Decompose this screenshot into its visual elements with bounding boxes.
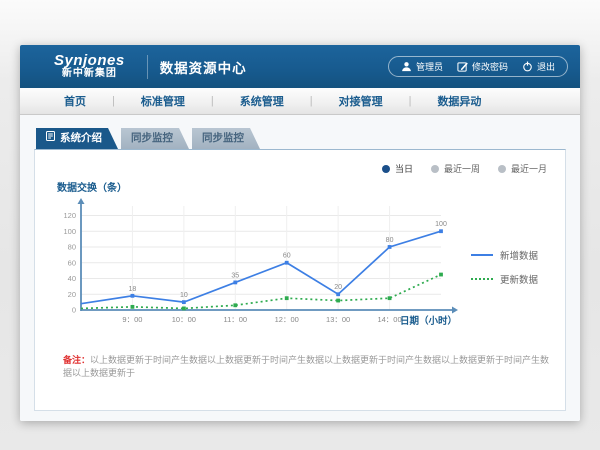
radio-today[interactable]: 当日 xyxy=(382,162,413,175)
radio-dot-icon xyxy=(431,165,439,173)
change-password-button[interactable]: 修改密码 xyxy=(457,60,508,73)
svg-text:60: 60 xyxy=(283,253,291,260)
svg-text:20: 20 xyxy=(68,290,76,299)
svg-text:9：00: 9：00 xyxy=(122,315,142,324)
edit-icon xyxy=(457,61,468,72)
nav-item-interface-mgmt[interactable]: 对接管理 xyxy=(313,93,409,109)
current-user-button[interactable]: 管理员 xyxy=(401,60,443,73)
main-nav: 首页 | 标准管理 | 系统管理 | 对接管理 | 数据异动 xyxy=(20,88,580,115)
radio-label: 当日 xyxy=(395,162,413,175)
tab-sync-monitor-1[interactable]: 同步监控 xyxy=(121,128,189,149)
nav-item-system-mgmt[interactable]: 系统管理 xyxy=(214,93,310,109)
radio-dot-icon xyxy=(382,165,390,173)
logo-text: Synjones xyxy=(54,53,125,69)
svg-text:12：00: 12：00 xyxy=(275,315,299,324)
footnote: 备注：以上数据更新于时间产生数据以上数据更新于时间产生数据以上数据更新于时间产生… xyxy=(47,354,553,379)
legend-item-updated-data: 更新数据 xyxy=(471,272,538,286)
document-icon xyxy=(46,128,55,149)
chart-panel: 当日 最近一周 最近一月 数据交换（条） 0 20 40 60 80 100 120 9：00… xyxy=(34,149,566,411)
svg-text:0: 0 xyxy=(72,306,76,315)
svg-text:35: 35 xyxy=(231,272,239,279)
nav-item-home[interactable]: 首页 xyxy=(38,93,112,109)
svg-text:11：00: 11：00 xyxy=(223,315,247,324)
logo: Synjones 新中新集团 xyxy=(32,53,135,79)
app-title: 数据资源中心 xyxy=(160,57,247,77)
radio-dot-icon xyxy=(498,165,506,173)
current-user-label: 管理员 xyxy=(416,60,443,73)
svg-text:60: 60 xyxy=(68,258,76,267)
svg-text:20: 20 xyxy=(334,284,342,291)
radio-label: 最近一月 xyxy=(511,162,547,175)
radio-last-week[interactable]: 最近一周 xyxy=(431,162,480,175)
tab-sync-monitor-2[interactable]: 同步监控 xyxy=(192,128,260,149)
legend-item-new-data: 新增数据 xyxy=(471,248,538,262)
svg-text:100: 100 xyxy=(63,227,76,236)
user-toolbar: 管理员 修改密码 退出 xyxy=(388,56,568,77)
logout-label: 退出 xyxy=(537,60,555,73)
svg-text:13：00: 13：00 xyxy=(326,315,350,324)
chart-row: 0 20 40 60 80 100 120 9：00 10：00 11：00 12：00 13：00 1… xyxy=(47,196,553,336)
change-password-label: 修改密码 xyxy=(472,60,508,73)
content-area: 系统介绍 同步监控 同步监控 当日 最近一周 xyxy=(20,115,580,421)
y-axis-title: 数据交换（条） xyxy=(57,179,553,194)
line-chart: 0 20 40 60 80 100 120 9：00 10：00 11：00 12：00 13：00 1… xyxy=(47,196,459,336)
radio-label: 最近一周 xyxy=(444,162,480,175)
footnote-text: 以上数据更新于时间产生数据以上数据更新于时间产生数据以上数据更新于时间产生数据以… xyxy=(63,355,549,378)
svg-text:40: 40 xyxy=(68,274,76,283)
app-window: Synjones 新中新集团 数据资源中心 管理员 修改密码 退出 首页 | 标… xyxy=(20,45,580,421)
header-divider xyxy=(147,55,148,79)
legend-label: 新增数据 xyxy=(500,248,538,262)
svg-text:100: 100 xyxy=(435,221,447,228)
svg-text:10：00: 10：00 xyxy=(172,315,196,324)
logo-subtext: 新中新集团 xyxy=(62,69,117,80)
svg-text:80: 80 xyxy=(386,237,394,244)
tab-system-intro[interactable]: 系统介绍 xyxy=(36,128,118,149)
radio-last-month[interactable]: 最近一月 xyxy=(498,162,547,175)
svg-text:18: 18 xyxy=(129,286,137,293)
svg-text:120: 120 xyxy=(63,211,76,220)
dotted-line-icon xyxy=(471,278,493,280)
nav-item-standard-mgmt[interactable]: 标准管理 xyxy=(115,93,211,109)
solid-line-icon xyxy=(471,254,493,256)
legend-label: 更新数据 xyxy=(500,272,538,286)
chart-legend: 新增数据 更新数据 xyxy=(471,248,538,286)
time-range-filter: 当日 最近一周 最近一月 xyxy=(47,158,553,177)
power-icon xyxy=(522,61,533,72)
svg-text:10: 10 xyxy=(180,292,188,299)
logout-button[interactable]: 退出 xyxy=(522,60,555,73)
header: Synjones 新中新集团 数据资源中心 管理员 修改密码 退出 xyxy=(20,45,580,88)
user-icon xyxy=(401,61,412,72)
nav-item-data-change[interactable]: 数据异动 xyxy=(411,93,507,109)
tab-label: 同步监控 xyxy=(131,128,173,149)
footnote-label: 备注： xyxy=(63,355,90,365)
svg-text:80: 80 xyxy=(68,243,76,252)
tab-bar: 系统介绍 同步监控 同步监控 xyxy=(36,128,566,149)
tab-label: 同步监控 xyxy=(202,128,244,149)
tab-label: 系统介绍 xyxy=(60,128,102,149)
svg-text:日期（小时）: 日期（小时） xyxy=(400,315,457,327)
svg-text:14：00: 14：00 xyxy=(377,315,401,324)
